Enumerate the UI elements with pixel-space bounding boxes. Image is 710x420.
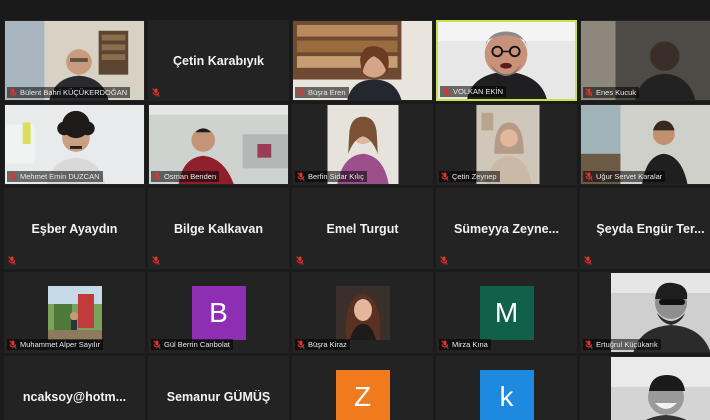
mic-off-icon xyxy=(585,172,593,181)
participant-gallery: Bülent Bahri KÜÇÜKERDOĞAN Çetin Karabıyık… xyxy=(4,20,710,420)
participant-name: Bülent Bahri KÜÇÜKERDOĞAN xyxy=(20,88,128,97)
participant-tile-gul-berrin-canbolat[interactable]: B Gül Berrin Canbolat xyxy=(148,272,289,353)
mic-off-icon xyxy=(152,88,160,97)
participant-tile-bilge-kalkavan[interactable]: Bilge Kalkavan xyxy=(148,188,289,269)
mic-off-icon xyxy=(584,256,592,265)
participant-name: Bilge Kalkavan xyxy=(174,221,263,236)
mic-off-icon xyxy=(152,256,160,265)
participant-name: Çetin Karabıyık xyxy=(172,53,264,68)
name-label: Mehmet Emin DUZCAN xyxy=(7,171,103,182)
mic-off-icon xyxy=(153,340,161,349)
participant-tile-berfin-sidar-k-l-c[interactable]: Berfin Sidar Kılıç xyxy=(292,104,433,185)
name-label: VOLKAN EKİN xyxy=(440,86,507,97)
participant-tile-participant-23[interactable]: k xyxy=(436,356,577,420)
name-label: Enes Kucuk xyxy=(583,87,640,98)
participant-tile-osman-benden[interactable]: Osman Benden xyxy=(148,104,289,185)
avatar: B xyxy=(191,286,246,340)
mic-off-icon xyxy=(9,88,17,97)
mic-off-icon xyxy=(9,340,17,349)
name-label: Bülent Bahri KÜÇÜKERDOĞAN xyxy=(7,87,131,98)
mic-off-icon xyxy=(297,172,305,181)
mic-off-icon xyxy=(8,256,16,265)
participant-tile-ertugrul-kucukar-k[interactable]: Ertuğrul Küçükarık xyxy=(580,272,710,353)
participant-name: Mehmet Emin DUZCAN xyxy=(20,172,100,181)
participant-tile-volkan-ekin[interactable]: VOLKAN EKİN xyxy=(436,20,577,101)
participant-tile-mirza-k-na[interactable]: M Mirza Kına xyxy=(436,272,577,353)
mic-off-icon xyxy=(585,340,593,349)
name-label: Çetin Zeynep xyxy=(439,171,500,182)
participant-name: Sümeyya Zeyne... xyxy=(454,221,559,236)
mic-off-icon xyxy=(297,340,305,349)
participant-name: Ertuğrul Küçükarık xyxy=(596,340,658,349)
participant-tile-muhammet-alper-say-l-r[interactable]: Muhammet Alper Sayılır xyxy=(4,272,145,353)
participant-tile-cetin-zeynep[interactable]: Çetin Zeynep xyxy=(436,104,577,185)
participant-name: Büşra Eren xyxy=(308,88,346,97)
participant-tile-participant-24[interactable] xyxy=(580,356,710,420)
participant-tile-bulent-bahri-kucukerdogan[interactable]: Bülent Bahri KÜÇÜKERDOĞAN xyxy=(4,20,145,101)
participant-tile-mehmet-emin-duzcan[interactable]: Mehmet Emin DUZCAN xyxy=(4,104,145,185)
participant-tile-esber-ayayd-n[interactable]: Eşber Ayaydın xyxy=(4,188,145,269)
mic-off-icon xyxy=(585,88,593,97)
participant-tile-busra-eren[interactable]: Büşra Eren xyxy=(292,20,433,101)
participant-name: Eşber Ayaydın xyxy=(31,221,118,236)
avatar: M xyxy=(479,286,534,340)
participant-name: Muhammet Alper Sayılır xyxy=(20,340,101,349)
mic-off-icon xyxy=(442,87,450,96)
profile-photo xyxy=(47,286,102,340)
mic-off-icon xyxy=(441,172,449,181)
name-label: Büşra Kiraz xyxy=(295,339,350,350)
mic-off-icon xyxy=(440,256,448,265)
participant-tile-emel-turgut[interactable]: Emel Turgut xyxy=(292,188,433,269)
participant-tile-seyda-engur-ter[interactable]: Şeyda Engür Ter... xyxy=(580,188,710,269)
name-label: Gül Berrin Canbolat xyxy=(151,339,233,350)
participant-name: Çetin Zeynep xyxy=(452,172,497,181)
profile-photo xyxy=(335,286,390,340)
avatar: Z xyxy=(335,370,390,420)
mic-off-icon xyxy=(297,88,305,97)
participant-name: Osman Benden xyxy=(164,172,217,181)
participant-name: Gül Berrin Canbolat xyxy=(164,340,230,349)
participant-name: VOLKAN EKİN xyxy=(453,87,504,96)
participant-tile-busra-kiraz[interactable]: Büşra Kiraz xyxy=(292,272,433,353)
participant-name: Enes Kucuk xyxy=(596,88,637,97)
avatar: k xyxy=(479,370,534,420)
participant-name: Şeyda Engür Ter... xyxy=(596,221,705,236)
participant-name: Emel Turgut xyxy=(326,221,399,236)
participant-name: ncaksoy@hotm... xyxy=(22,389,127,404)
participant-tile-sumeyya-zeyne[interactable]: Sümeyya Zeyne... xyxy=(436,188,577,269)
name-label: Muhammet Alper Sayılır xyxy=(7,339,104,350)
participant-name: Berfin Sidar Kılıç xyxy=(308,172,364,181)
mic-off-icon xyxy=(441,340,449,349)
profile-photo xyxy=(611,357,710,420)
participant-name: Mirza Kına xyxy=(452,340,488,349)
name-label: Büşra Eren xyxy=(295,87,349,98)
name-label: Berfin Sidar Kılıç xyxy=(295,171,367,182)
mic-off-icon xyxy=(153,172,161,181)
participant-tile-ugur-servet-karalar[interactable]: Uğur Servet Karalar xyxy=(580,104,710,185)
participant-tile-cetin-karab-y-k[interactable]: Çetin Karabıyık xyxy=(148,20,289,101)
participant-tile-ncaksoy-hotm[interactable]: ncaksoy@hotm... xyxy=(4,356,145,420)
participant-name: Uğur Servet Karalar xyxy=(596,172,663,181)
mic-off-icon xyxy=(9,172,17,181)
name-label: Uğur Servet Karalar xyxy=(583,171,666,182)
participant-tile-semanur-gumus[interactable]: Semanur GÜMÜŞ xyxy=(148,356,289,420)
name-label: Mirza Kına xyxy=(439,339,491,350)
name-label: Ertuğrul Küçükarık xyxy=(583,339,661,350)
mic-off-icon xyxy=(296,256,304,265)
participant-tile-participant-22[interactable]: Z xyxy=(292,356,433,420)
name-label: Osman Benden xyxy=(151,171,220,182)
participant-name: Büşra Kiraz xyxy=(308,340,347,349)
participant-name: Semanur GÜMÜŞ xyxy=(166,389,271,404)
participant-tile-enes-kucuk[interactable]: Enes Kucuk xyxy=(580,20,710,101)
